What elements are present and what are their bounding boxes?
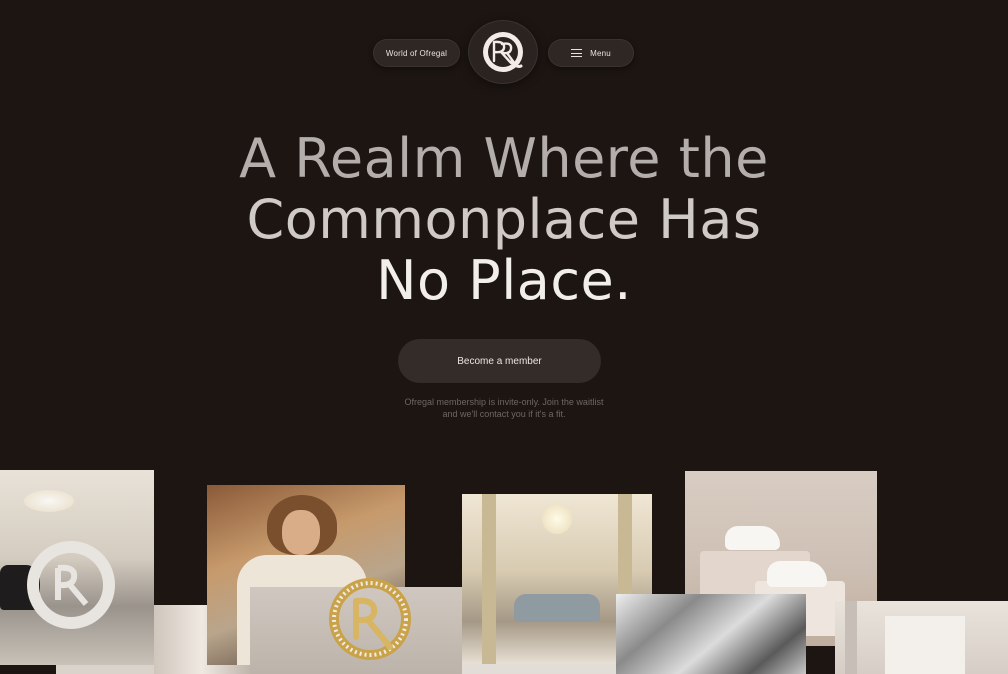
hero-title-line-3: No Place. — [376, 249, 632, 312]
logo-button[interactable] — [469, 21, 537, 83]
silver-sculpture-image — [616, 594, 806, 674]
hero-title: A Realm Where the Commonplace Has No Pla… — [0, 128, 1008, 311]
membership-note: Ofregal membership is invite-only. Join … — [404, 397, 604, 419]
jeweled-brooch-icon — [329, 578, 411, 660]
hero-title-line-2: Commonplace Has — [246, 188, 762, 251]
world-of-ofregal-label: World of Ofregal — [385, 48, 448, 58]
become-member-button[interactable]: Become a member — [398, 339, 601, 383]
marble-floor-image — [462, 664, 616, 674]
world-of-ofregal-button[interactable]: World of Ofregal — [373, 39, 460, 67]
ofregal-monogram-logo-icon — [483, 32, 523, 72]
minimal-room-image — [835, 601, 1008, 674]
monogram-sculpture-icon — [27, 541, 115, 629]
menu-label: Menu — [590, 48, 611, 58]
floor-strip-image — [56, 665, 154, 674]
menu-button[interactable]: Menu — [548, 39, 634, 67]
hero-title-line-1: A Realm Where the — [239, 127, 769, 190]
car-showroom-image — [0, 470, 154, 665]
hamburger-icon — [571, 47, 583, 60]
